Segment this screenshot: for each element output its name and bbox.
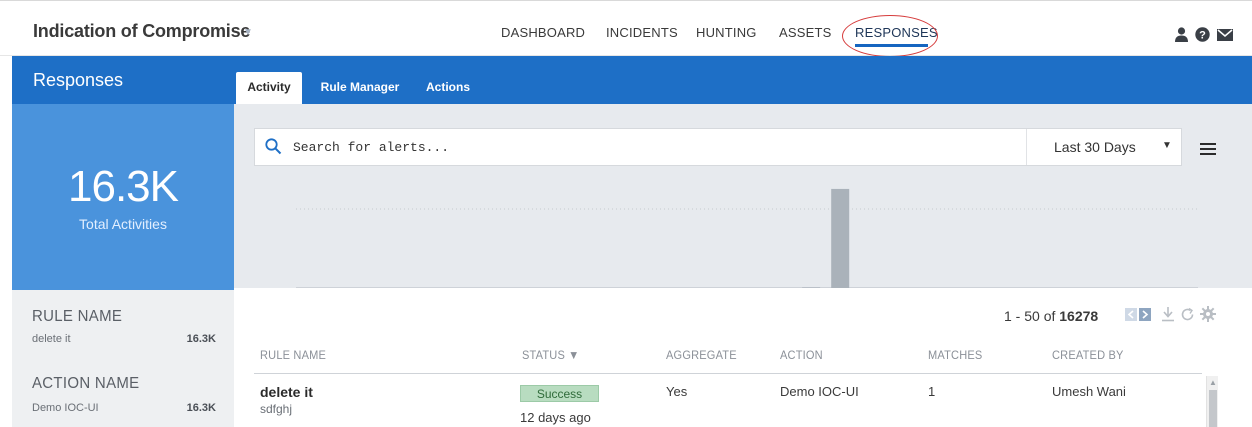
cell-created-by: Umesh Wani bbox=[1052, 384, 1126, 399]
nav-dashboard[interactable]: DASHBOARD bbox=[501, 25, 585, 40]
col-header-matches[interactable]: MATCHES bbox=[928, 348, 982, 362]
facet-row-count: 16.3K bbox=[186, 333, 216, 345]
pagination-info: 1 - 50 of 16278 bbox=[1004, 308, 1098, 324]
refresh-icon[interactable] bbox=[1180, 307, 1195, 322]
scroll-thumb[interactable] bbox=[1209, 390, 1217, 427]
header-divider bbox=[254, 373, 1202, 374]
user-icon[interactable] bbox=[1175, 27, 1188, 42]
tab-rule-manager[interactable]: Rule Manager bbox=[310, 72, 410, 104]
download-icon[interactable] bbox=[1161, 306, 1175, 322]
main-panel: Activity Rule Manager Actions Last 30 Da… bbox=[234, 56, 1252, 427]
search-icon bbox=[265, 138, 282, 155]
col-header-action[interactable]: ACTION bbox=[780, 348, 823, 362]
cell-aggregate: Yes bbox=[666, 384, 688, 399]
pagination-total: 16278 bbox=[1059, 308, 1099, 324]
tabs-bar: Activity Rule Manager Actions bbox=[234, 56, 1252, 104]
col-header-created-by[interactable]: CREATED BY bbox=[1052, 348, 1124, 362]
cell-matches: 1 bbox=[928, 384, 936, 399]
responses-table: 1 - 50 of 16278 RULE NAME STATUS ▼ AGGRE… bbox=[234, 288, 1252, 427]
status-badge: Success bbox=[520, 385, 599, 402]
date-range-label: Last 30 Days bbox=[1054, 139, 1136, 155]
cell-rule-description: sdfghj bbox=[260, 402, 293, 416]
facet-row-action[interactable]: Demo IOC-UI 16.3K bbox=[32, 402, 216, 414]
col-header-aggregate[interactable]: AGGREGATE bbox=[666, 348, 737, 362]
top-bar: Indication of Compromise ▼ DASHBOARD INC… bbox=[0, 0, 1252, 57]
table-scrollbar[interactable]: ▲ bbox=[1206, 376, 1218, 427]
cell-action: Demo IOC-UI bbox=[780, 384, 859, 399]
sidebar-title: Responses bbox=[12, 56, 234, 104]
app-switcher-chevron-icon[interactable]: ▼ bbox=[243, 27, 253, 38]
hamburger-menu-icon[interactable] bbox=[1200, 142, 1216, 156]
nav-assets[interactable]: ASSETS bbox=[779, 25, 832, 40]
search-bar: Last 30 Days ▼ bbox=[254, 128, 1182, 166]
activity-chart-panel: Last 30 Days ▼ 16 Dec18 Dec20 Dec22 Dec2… bbox=[234, 104, 1252, 305]
col-header-rule-name[interactable]: RULE NAME bbox=[260, 348, 326, 362]
svg-text:?: ? bbox=[1199, 30, 1206, 42]
mail-icon[interactable] bbox=[1217, 29, 1233, 41]
date-range-select[interactable]: Last 30 Days ▼ bbox=[1026, 129, 1183, 165]
facet-title-action-name: ACTION NAME bbox=[32, 374, 140, 393]
facet-row-label: Demo IOC-UI bbox=[32, 402, 99, 414]
prev-next-icon[interactable] bbox=[1125, 308, 1153, 321]
tab-activity[interactable]: Activity bbox=[236, 72, 302, 104]
cell-rule-name[interactable]: delete it bbox=[260, 384, 313, 400]
chart-bar bbox=[831, 188, 850, 288]
facet-row-count: 16.3K bbox=[186, 402, 216, 414]
sidebar-facets: RULE NAME delete it 16.3K ACTION NAME De… bbox=[12, 290, 234, 427]
nav-hunting[interactable]: HUNTING bbox=[696, 25, 757, 40]
highlight-annotation bbox=[842, 15, 938, 57]
facet-title-rule-name: RULE NAME bbox=[32, 307, 123, 326]
settings-gear-icon[interactable] bbox=[1200, 306, 1216, 322]
scroll-up-icon[interactable]: ▲ bbox=[1209, 378, 1217, 387]
sidebar: Responses 16.3K Total Activities RULE NA… bbox=[12, 56, 234, 427]
total-activities-label: Total Activities bbox=[79, 216, 167, 232]
pagination-range: 1 - 50 of bbox=[1004, 308, 1056, 324]
cell-status-time: 12 days ago bbox=[520, 410, 591, 425]
facet-row-rule[interactable]: delete it 16.3K bbox=[32, 333, 216, 345]
chevron-down-icon: ▼ bbox=[1162, 140, 1172, 151]
help-icon[interactable]: ? bbox=[1195, 27, 1210, 42]
app-title[interactable]: Indication of Compromise bbox=[33, 21, 250, 42]
col-header-status[interactable]: STATUS ▼ bbox=[522, 348, 579, 362]
facet-row-label: delete it bbox=[32, 333, 71, 345]
nav-incidents[interactable]: INCIDENTS bbox=[606, 25, 678, 40]
search-input[interactable] bbox=[293, 129, 1013, 165]
total-activities-value: 16.3K bbox=[68, 162, 179, 211]
tab-actions[interactable]: Actions bbox=[416, 72, 480, 104]
